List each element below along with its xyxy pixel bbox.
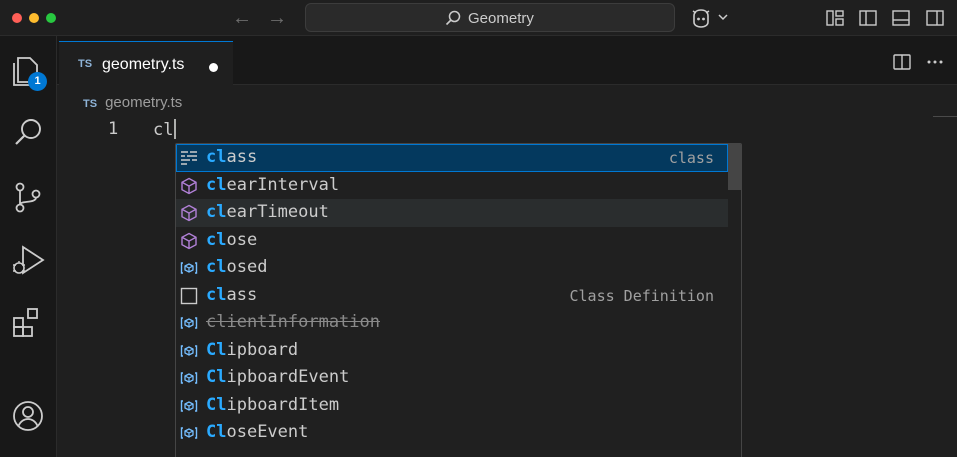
text-cursor — [174, 119, 177, 139]
suggest-item-rest: earInterval — [226, 174, 340, 195]
suggest-item-rest: ose — [226, 229, 258, 250]
method-icon — [180, 204, 198, 222]
command-center-label: Geometry — [468, 10, 534, 27]
suggest-item[interactable]: clearTimeout — [176, 199, 728, 227]
suggest-match-highlight: cl — [206, 284, 227, 305]
breadcrumb[interactable]: TS geometry.ts — [83, 94, 182, 111]
suggest-item-label: clearInterval — [206, 175, 339, 195]
tab-label: geometry.ts — [102, 56, 185, 73]
suggest-item[interactable]: closed — [176, 254, 728, 282]
suggest-item-detail: Class Definition — [569, 286, 715, 305]
tab-geometry-ts[interactable]: TS geometry.ts — [59, 41, 233, 85]
suggest-item-detail: class — [668, 149, 714, 167]
suggest-item-rest: osed — [226, 257, 268, 277]
suggest-item[interactable]: Clipboard — [176, 337, 728, 365]
unsaved-dot-icon[interactable] — [209, 63, 218, 72]
suggest-match-highlight: Cl — [206, 367, 227, 387]
explorer-badge: 1 — [28, 72, 47, 91]
suggest-scrollbar[interactable] — [728, 144, 741, 190]
suggest-item[interactable]: CloseEvent — [176, 419, 728, 447]
copilot-icon[interactable] — [690, 7, 730, 29]
suggest-item-rest: ass — [226, 284, 258, 305]
keyword-snippet-icon — [180, 149, 198, 167]
suggest-item-label: ClipboardItem — [206, 395, 339, 415]
source-control-icon[interactable] — [9, 178, 47, 216]
more-actions-icon[interactable] — [925, 52, 945, 72]
extensions-icon[interactable] — [9, 304, 47, 342]
suggest-match-highlight: Cl — [206, 339, 227, 360]
code-text: cl — [153, 120, 174, 140]
code-line[interactable]: cl — [153, 119, 177, 140]
activity-bar: 1 — [0, 36, 57, 457]
suggest-item-label: closed — [206, 257, 267, 277]
customize-layout-icon[interactable] — [825, 8, 845, 28]
suggest-match-highlight: cl — [206, 229, 227, 250]
back-arrow-icon[interactable]: ← — [230, 6, 254, 30]
variable-icon — [180, 397, 198, 415]
suggest-item-rest: ipboardEvent — [226, 367, 350, 387]
suggest-item-rest: oseEvent — [226, 422, 309, 442]
title-bar: ← → Geometry — [0, 0, 957, 36]
variable-icon — [180, 424, 198, 442]
suggest-item-rest: ipboardItem — [226, 394, 340, 415]
forward-arrow-icon[interactable]: → — [265, 6, 289, 30]
search-icon — [445, 10, 461, 26]
suggest-item-label: Clipboard — [206, 340, 298, 360]
typescript-file-icon: TS — [78, 58, 93, 70]
command-center-search[interactable]: Geometry — [305, 3, 675, 32]
close-window-button[interactable] — [12, 13, 22, 23]
suggest-match-highlight: Cl — [206, 394, 227, 415]
split-editor-icon[interactable] — [892, 52, 912, 72]
maximize-window-button[interactable] — [46, 13, 56, 23]
suggest-item-rest: ipboard — [226, 339, 299, 360]
snippet-icon — [180, 287, 198, 305]
suggest-widget: CloseEvent ClipboardItem ClipboardEvent Cli… — [175, 143, 742, 457]
suggest-item-rest: earTimeout — [226, 202, 329, 222]
suggest-item-label: clientInformation — [206, 312, 380, 332]
line-number: 1 — [108, 119, 119, 139]
chevron-down-icon — [718, 14, 728, 21]
suggest-match-highlight: cl — [206, 257, 227, 277]
variable-icon — [180, 259, 198, 277]
suggest-item[interactable]: class Class Definition — [176, 282, 728, 310]
suggest-item-rest: clientInformation — [206, 312, 380, 332]
typescript-file-icon: TS — [83, 98, 98, 110]
suggest-match-highlight: cl — [206, 174, 227, 195]
suggest-item-label: clearTimeout — [206, 202, 329, 222]
variable-icon — [180, 342, 198, 360]
suggest-item-label: class — [206, 147, 257, 167]
suggest-item[interactable]: clientInformation — [176, 309, 728, 337]
variable-icon — [180, 369, 198, 387]
suggest-item[interactable]: ClipboardItem — [176, 392, 728, 420]
suggest-item-label: ClipboardEvent — [206, 367, 349, 387]
suggest-item[interactable]: ClipboardEvent — [176, 364, 728, 392]
overview-ruler-marker — [933, 116, 957, 117]
suggest-match-highlight: Cl — [206, 422, 227, 442]
search-icon[interactable] — [9, 114, 47, 152]
method-icon — [180, 232, 198, 250]
suggest-item[interactable]: class class — [176, 144, 728, 172]
variable-icon — [180, 314, 198, 332]
accounts-icon[interactable] — [9, 397, 47, 435]
breadcrumb-file[interactable]: geometry.ts — [105, 94, 182, 111]
toggle-panel-icon[interactable] — [891, 8, 911, 28]
run-debug-icon[interactable] — [9, 241, 47, 279]
suggest-item-rest: ass — [226, 147, 258, 167]
suggest-item[interactable]: clearInterval — [176, 172, 728, 200]
toggle-secondary-sidebar-icon[interactable] — [925, 8, 945, 28]
suggest-item[interactable]: close — [176, 227, 728, 255]
method-icon — [180, 177, 198, 195]
suggest-item-label: close — [206, 230, 257, 250]
suggest-match-highlight: cl — [206, 202, 227, 222]
suggest-match-highlight: cl — [206, 147, 227, 167]
suggest-item-label: class — [206, 285, 257, 305]
suggest-item-label: CloseEvent — [206, 422, 308, 442]
minimize-window-button[interactable] — [29, 13, 39, 23]
editor-tab-bar: TS geometry.ts — [57, 36, 957, 85]
toggle-primary-sidebar-icon[interactable] — [858, 8, 878, 28]
